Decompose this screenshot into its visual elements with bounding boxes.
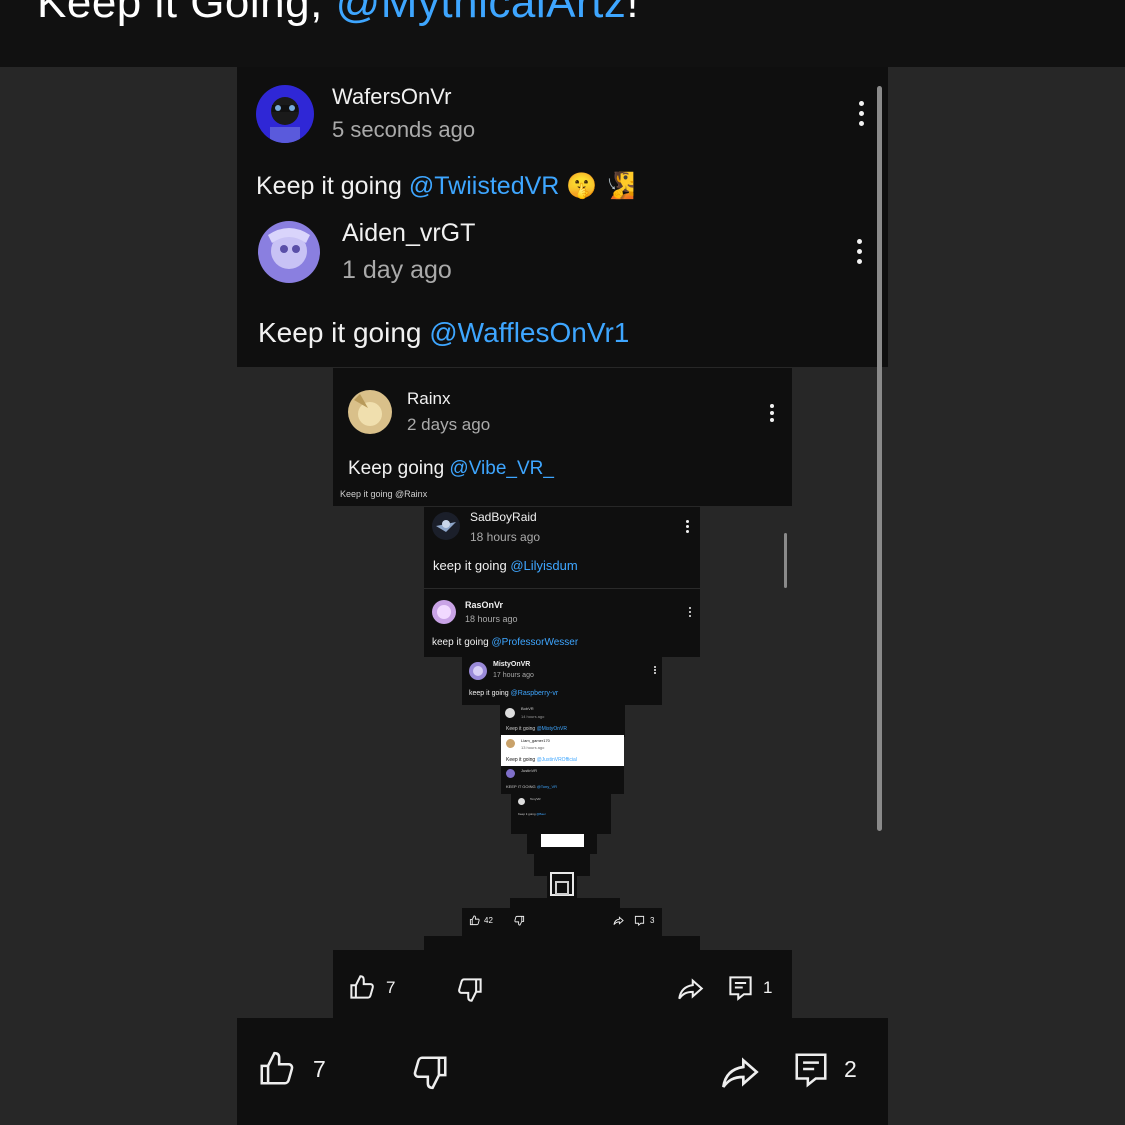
thumbs-down-icon[interactable] — [457, 976, 484, 1003]
avatar[interactable] — [256, 85, 314, 143]
share-icon[interactable] — [677, 975, 704, 1002]
mention-link[interactable]: @Tony_VR — [537, 784, 557, 789]
recursion-tail-card — [541, 834, 584, 847]
thumbs-up-icon[interactable] — [257, 1050, 295, 1088]
more-vertical-icon[interactable] — [857, 239, 862, 264]
more-vertical-icon[interactable] — [859, 101, 864, 126]
comment-time: 14 hours ago — [521, 714, 545, 719]
share-icon[interactable] — [720, 1052, 760, 1092]
recursion-frame — [555, 881, 569, 895]
comment-author[interactable]: Aiden_vrGT — [342, 219, 475, 248]
action-panel-mid — [333, 950, 792, 1018]
avatar[interactable] — [505, 708, 515, 718]
header-bar: Keep it Going, @MythicalArtz! — [0, 0, 1125, 67]
thumbs-up-icon[interactable] — [348, 974, 375, 1001]
more-vertical-icon[interactable] — [689, 607, 691, 617]
comment-panel-level5 — [462, 657, 662, 705]
comment-text: Keep it going @TwiistedVR 🤫 🧏 — [256, 172, 636, 200]
comment-author[interactable]: WafersOnVr — [332, 84, 451, 110]
action-panel-partial — [424, 936, 700, 950]
comment-panel-level8 — [501, 766, 624, 794]
more-vertical-icon[interactable] — [654, 666, 656, 674]
mention-link[interactable]: @ProfessorWesser — [492, 637, 579, 648]
comment-time: 17 hours ago — [493, 672, 534, 679]
comment-time: 13 hours ago — [521, 745, 545, 750]
comments-icon[interactable] — [634, 915, 645, 926]
comment-author[interactable]: Rainx — [407, 389, 450, 409]
comment-text: Keep it going @JustinVROfficial — [506, 757, 577, 763]
avatar[interactable] — [469, 662, 487, 680]
mention-link[interactable]: @WafflesOnVr1 — [429, 317, 629, 348]
comment-text: Keep it going @WafflesOnVr1 — [258, 317, 630, 348]
comment-author[interactable]: BobVR — [521, 706, 534, 711]
reply-count: 1 — [763, 978, 773, 997]
comments-icon[interactable] — [727, 974, 754, 1001]
mention-link[interactable]: @Baer — [536, 812, 545, 816]
comment-panel-level3 — [424, 507, 700, 657]
comment-time: 18 hours ago — [465, 614, 518, 624]
like-count: 7 — [386, 978, 396, 997]
mention-link[interactable]: @TwiistedVR — [409, 172, 559, 200]
thumbs-down-icon[interactable] — [514, 915, 525, 926]
comment-time: 5 seconds ago — [332, 117, 476, 142]
mention-link[interactable]: @JustinVROfficial — [537, 757, 577, 763]
avatar[interactable] — [348, 390, 392, 434]
avatar[interactable] — [432, 600, 456, 624]
mention-link[interactable]: @Lilyisdum — [510, 558, 577, 573]
comment-author[interactable]: SadBoyRaid — [470, 510, 537, 524]
mention-link[interactable]: @MistyOnVR — [537, 726, 567, 732]
comment-text: Keep it going @MistyOnVR — [506, 726, 567, 732]
mention-link[interactable]: @Raspberry-vr — [511, 690, 559, 697]
reply-count: 3 — [650, 916, 655, 925]
thumbs-down-icon[interactable] — [412, 1053, 450, 1091]
scrollbar[interactable] — [784, 533, 787, 588]
like-count: 7 — [313, 1056, 326, 1082]
comment-text: keep it going @Lilyisdum — [433, 558, 578, 573]
divider — [424, 588, 700, 589]
comment-panel-level2 — [333, 368, 792, 506]
comment-text: Keep going @Vibe_VR_ — [348, 458, 554, 479]
more-vertical-icon[interactable] — [686, 520, 689, 533]
comment-text: keep it going @ProfessorWesser — [432, 637, 579, 648]
avatar[interactable] — [432, 512, 460, 540]
like-count: 42 — [484, 916, 493, 925]
avatar[interactable] — [258, 221, 320, 283]
avatar[interactable] — [506, 739, 515, 748]
share-icon[interactable] — [613, 915, 624, 926]
mention-link[interactable]: @Vibe_VR_ — [449, 458, 554, 479]
comment-author[interactable]: TonyVR — [530, 797, 541, 801]
reply-count: 2 — [844, 1056, 857, 1082]
comment-time: 2 days ago — [407, 415, 491, 434]
avatar[interactable] — [518, 798, 525, 805]
post-title: Keep it Going, @MythicalArtz! — [37, 0, 639, 28]
comments-icon[interactable] — [792, 1050, 830, 1088]
scrollbar[interactable] — [877, 86, 882, 831]
comment-author[interactable]: MistyOnVR — [493, 661, 530, 668]
comment-time: 18 hours ago — [470, 530, 541, 544]
comment-author[interactable]: Liam_gamer170 — [521, 738, 550, 743]
comment-author[interactable]: JustinVR — [521, 768, 537, 773]
avatar[interactable] — [506, 769, 515, 778]
action-panel-outer — [237, 1018, 888, 1125]
comment-panel-level6 — [500, 705, 625, 737]
comment-time: 1 day ago — [342, 256, 452, 284]
thumbs-up-icon[interactable] — [469, 915, 480, 926]
comment-text: keep it going @Raspberry-vr — [469, 690, 559, 697]
cut-off-comment-text: Keep it going @Rainx — [340, 489, 428, 499]
comment-author[interactable]: RasOnVr — [465, 600, 503, 610]
comment-text: Keep it going @Baer — [518, 812, 546, 816]
more-vertical-icon[interactable] — [770, 404, 774, 422]
title-mention-link[interactable]: @MythicalArtz — [336, 0, 627, 27]
comment-text: KEEP IT GOING @Tony_VR — [506, 784, 558, 789]
recursion-tail — [510, 898, 620, 908]
emoji: 🤫 🧏 — [566, 172, 636, 200]
